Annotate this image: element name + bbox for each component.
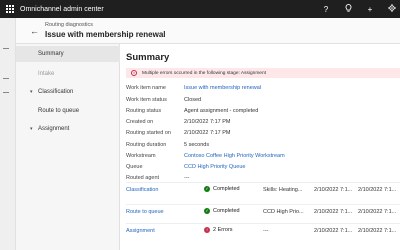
field-value: 2/10/2022 7:17 PM — [184, 129, 231, 136]
top-icons: ? + — [322, 0, 396, 18]
summary-title: Summary — [126, 52, 170, 63]
page-title: Issue with membership renewal — [45, 30, 166, 39]
field-row: Queue CCD High Priority Queue — [126, 162, 400, 171]
step-intake[interactable]: Intake — [16, 66, 120, 82]
field-label: Work item status — [126, 96, 167, 103]
help-icon[interactable]: ? — [322, 5, 330, 14]
rail-marker[interactable] — [3, 48, 9, 49]
stage-row-route-to-queue: Route to queue ✓ Completed CCD High Prio… — [126, 204, 400, 218]
step-label: Assignment — [38, 126, 70, 132]
field-row: Work item status Closed — [126, 95, 400, 104]
status-badge: ✓ Completed — [204, 186, 240, 192]
chevron-down-icon[interactable]: ▾ — [30, 126, 33, 132]
add-icon[interactable]: + — [366, 5, 374, 14]
field-value: Closed — [184, 96, 202, 103]
waffle-icon[interactable] — [0, 0, 20, 18]
chevron-down-icon[interactable]: ▾ — [30, 89, 33, 95]
error-icon: ! — [204, 227, 210, 233]
app-title: Omnichannel admin center — [20, 5, 104, 13]
step-route-to-queue[interactable]: Route to queue — [16, 103, 120, 119]
field-row: Routing status Agent assignment - comple… — [126, 106, 400, 115]
field-row: Work item name Issue with membership ren… — [126, 83, 400, 92]
stage-link[interactable]: Classification — [126, 187, 158, 193]
check-icon: ✓ — [204, 186, 210, 192]
back-arrow-icon[interactable]: ← — [30, 26, 39, 36]
field-value: --- — [184, 174, 190, 181]
field-value: 5 seconds — [184, 141, 210, 148]
field-row: Routing started on 2/10/2022 7:17 PM — [126, 128, 400, 137]
rail-marker[interactable] — [3, 92, 9, 93]
field-label: Queue — [126, 163, 143, 170]
status-badge: ✓ Completed — [204, 208, 240, 214]
error-banner: × Multiple errors occurred in the follow… — [126, 68, 400, 78]
field-value: 2/10/2022 7:17 PM — [184, 118, 231, 125]
step-label: Classification — [38, 89, 74, 95]
queue-link[interactable]: CCD High Priority Queue — [184, 164, 245, 170]
left-rail — [0, 18, 16, 250]
rail-marker[interactable] — [3, 78, 9, 79]
stage-detail: Skills: Heating... — [263, 187, 303, 193]
field-row: Routing duration 5 seconds — [126, 140, 400, 149]
summary-panel: Summary × Multiple errors occurred in th… — [120, 44, 400, 250]
field-label: Routed agent — [126, 174, 160, 181]
status-badge: ! 2 Errors — [204, 227, 233, 233]
stage-end: 2/10/2022 7:1... — [358, 209, 397, 215]
status-text: Completed — [213, 186, 240, 192]
settings-icon[interactable] — [388, 4, 396, 14]
field-label: Workstream — [126, 152, 156, 159]
check-icon: ✓ — [204, 208, 210, 214]
lightbulb-icon[interactable] — [344, 4, 352, 14]
stage-link[interactable]: Assignment — [126, 228, 155, 234]
stage-row-classification: Classification ✓ Completed Skills: Heati… — [126, 182, 400, 196]
stage-start: 2/10/2022 7:1... — [314, 209, 353, 215]
stage-navigation: Summary Intake ▾ Classification Route to… — [16, 44, 120, 250]
step-label: Route to queue — [38, 108, 80, 114]
stage-end: 2/10/2022 7:1... — [358, 187, 397, 193]
field-label: Created on — [126, 118, 154, 125]
stage-detail: --- — [263, 228, 269, 234]
field-label: Work item name — [126, 84, 166, 91]
stage-row-assignment: Assignment ! 2 Errors --- 2/10/2022 7:1.… — [126, 223, 400, 237]
top-bar: Omnichannel admin center ? + — [0, 0, 400, 18]
stage-start: 2/10/2022 7:1... — [314, 187, 353, 193]
page-header: ← Routing diagnostics Issue with members… — [16, 18, 400, 44]
workstream-link[interactable]: Contoso Coffee High Priority Workstream — [184, 153, 285, 159]
step-assignment[interactable]: ▾ Assignment — [16, 121, 120, 137]
step-label: Intake — [38, 71, 55, 77]
step-summary[interactable]: Summary — [16, 46, 120, 62]
field-label: Routing duration — [126, 141, 167, 148]
field-row: Routed agent --- — [126, 173, 400, 182]
error-icon: × — [131, 70, 137, 76]
field-value: Agent assignment - completed — [184, 107, 259, 114]
stage-start: 2/10/2022 7:1... — [314, 228, 353, 234]
breadcrumb[interactable]: Routing diagnostics — [45, 22, 93, 28]
field-row: Created on 2/10/2022 7:17 PM — [126, 117, 400, 126]
step-classification[interactable]: ▾ Classification — [16, 84, 120, 100]
step-label: Summary — [38, 51, 64, 57]
field-label: Routing status — [126, 107, 162, 114]
error-message: Multiple errors occurred in the followin… — [142, 70, 266, 76]
field-row: Workstream Contoso Coffee High Priority … — [126, 151, 400, 160]
stage-detail: CCD High Prio... — [263, 209, 304, 215]
work-item-link[interactable]: Issue with membership renewal — [184, 85, 261, 91]
field-label: Routing started on — [126, 129, 171, 136]
stage-end: 2/10/2022 7:1... — [358, 228, 397, 234]
status-text: 2 Errors — [213, 227, 233, 233]
status-text: Completed — [213, 208, 240, 214]
stage-link[interactable]: Route to queue — [126, 209, 164, 215]
